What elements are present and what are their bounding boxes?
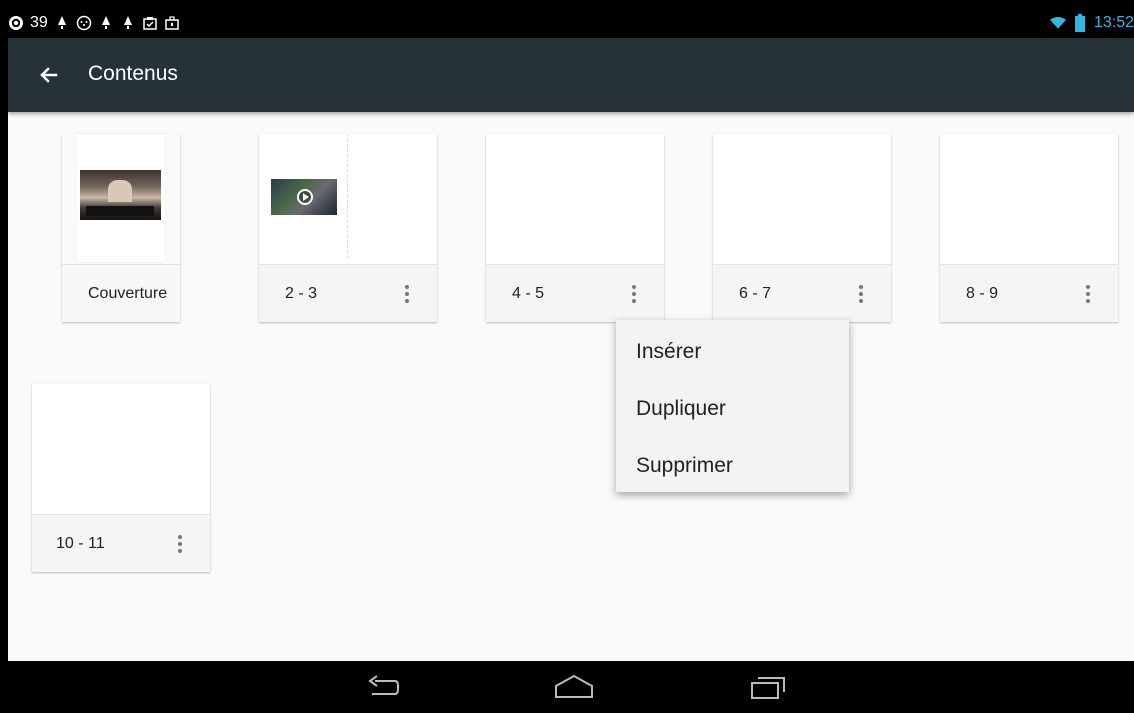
page-label: 2 - 3 [285, 285, 318, 302]
more-vert-icon [859, 285, 863, 289]
more-vert-icon [1086, 285, 1090, 289]
smiley-icon [76, 15, 92, 31]
context-menu: Insérer Dupliquer Supprimer [616, 320, 849, 492]
more-vert-icon [632, 285, 636, 289]
nav-recents-button[interactable] [750, 673, 786, 701]
spread-divider [347, 134, 348, 258]
overflow-menu-button[interactable] [622, 281, 646, 307]
page-label: 10 - 11 [56, 535, 105, 552]
page-card-2-3[interactable]: 2 - 3 [259, 134, 437, 322]
navigation-bar [8, 661, 1134, 713]
page-card-6-7[interactable]: 6 - 7 [713, 134, 891, 322]
more-vert-icon [178, 535, 182, 539]
back-icon [368, 675, 399, 695]
battery-icon [1072, 14, 1088, 32]
nav-back-button[interactable] [365, 673, 401, 701]
page-card-footer: 8 - 9 [940, 264, 1118, 322]
notification-count: 39 [30, 14, 48, 31]
page-card-footer: Couverture [62, 264, 180, 322]
page-thumbnail [713, 134, 891, 264]
clipboard-icon [142, 15, 158, 31]
notification-bell-icon [54, 15, 70, 31]
page-card-footer: 10 - 11 [32, 514, 210, 572]
status-bar: 39 13:52 [8, 8, 1134, 38]
page-thumbnail [486, 134, 664, 264]
page-label: 6 - 7 [739, 285, 772, 302]
page-title: Contenus [88, 62, 178, 85]
action-bar: Contenus [8, 38, 1134, 112]
notification-bell-icon [120, 15, 136, 31]
cover-image [80, 170, 161, 220]
page-card-10-11[interactable]: 10 - 11 [32, 384, 210, 572]
overflow-menu-button[interactable] [849, 281, 873, 307]
page-thumbnail [32, 384, 210, 514]
page-card-couverture[interactable]: Couverture [62, 134, 180, 322]
wifi-icon [1049, 15, 1066, 31]
page-card-footer: 6 - 7 [713, 264, 891, 322]
play-icon [303, 193, 309, 201]
recents-icon [751, 677, 785, 699]
notification-circle-icon [8, 15, 24, 31]
page-thumbnail [940, 134, 1118, 264]
notification-bell-icon [98, 15, 114, 31]
page-thumbnail [62, 134, 180, 264]
page-card-4-5[interactable]: 4 - 5 [486, 134, 664, 322]
home-icon [555, 674, 593, 698]
menu-item-dupliquer[interactable]: Dupliquer [636, 397, 726, 421]
briefcase-icon [164, 15, 180, 31]
overflow-menu-button[interactable] [168, 531, 192, 557]
content-area: Couverture 2 - 3 4 - 5 6 - 7 8 - 9 10 - … [8, 112, 1134, 661]
page-label: 4 - 5 [512, 285, 545, 302]
page-thumbnail [259, 134, 437, 264]
page-label: Couverture [88, 285, 168, 302]
video-thumbnail [271, 179, 337, 215]
more-vert-icon [405, 285, 409, 289]
back-button[interactable] [34, 60, 64, 90]
status-clock: 13:52 [1093, 14, 1134, 31]
page-label: 8 - 9 [966, 285, 999, 302]
menu-item-inserer[interactable]: Insérer [636, 340, 701, 364]
nav-home-button[interactable] [554, 673, 593, 701]
page-card-footer: 4 - 5 [486, 264, 664, 322]
menu-item-supprimer[interactable]: Supprimer [636, 454, 733, 478]
overflow-menu-button[interactable] [1076, 281, 1100, 307]
page-card-footer: 2 - 3 [259, 264, 437, 322]
arrow-left-icon [40, 67, 58, 83]
page-card-8-9[interactable]: 8 - 9 [940, 134, 1118, 322]
overflow-menu-button[interactable] [395, 281, 419, 307]
